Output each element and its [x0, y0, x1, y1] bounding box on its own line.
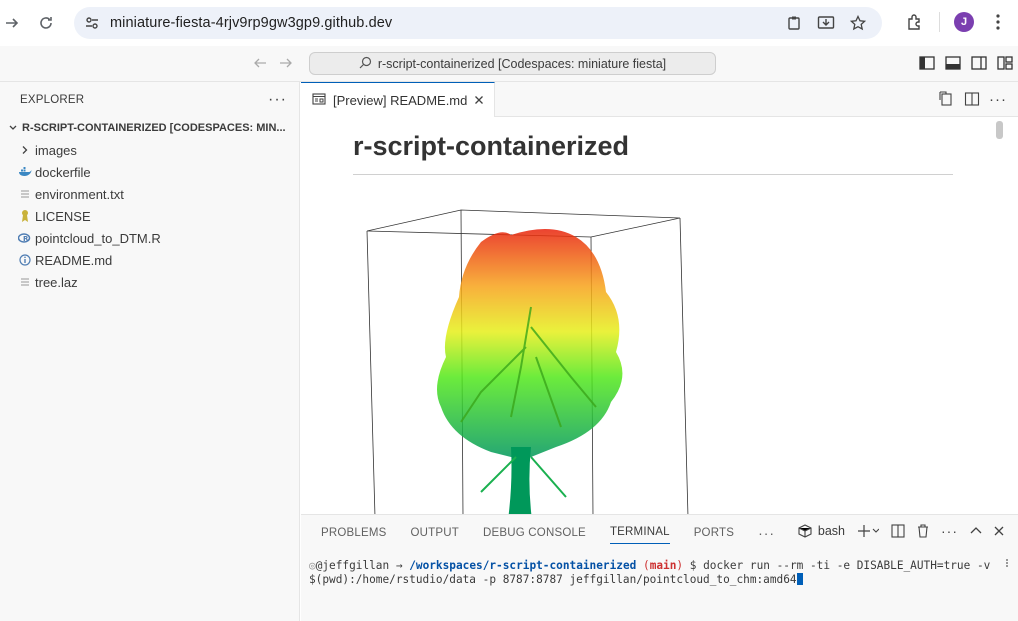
- workspace-folder[interactable]: R-SCRIPT-CONTAINERIZED [CODESPACES: MIN.…: [0, 117, 299, 139]
- command-center-label: r-script-containerized [Codespaces: mini…: [377, 56, 667, 71]
- info-icon: [17, 252, 33, 268]
- new-terminal-icon[interactable]: [857, 524, 879, 538]
- r-file-icon: R: [17, 230, 33, 246]
- trash-icon[interactable]: [917, 524, 929, 538]
- tab-problems[interactable]: PROBLEMS: [321, 515, 387, 550]
- tab-terminal[interactable]: TERMINAL: [609, 522, 670, 544]
- workspace-folder-label: R-SCRIPT-CONTAINERIZED [CODESPACES: MIN.…: [22, 122, 286, 134]
- more-actions-icon[interactable]: ···: [989, 91, 1006, 108]
- panel-tabbar: PROBLEMS OUTPUT DEBUG CONSOLE TERMINAL P…: [301, 515, 1018, 550]
- sidebar-item-environment[interactable]: environment.txt: [0, 183, 299, 205]
- lines-icon: [17, 186, 33, 202]
- terminal-dot-icon: ◎: [309, 559, 316, 572]
- preview-icon: [312, 92, 326, 108]
- address-bar[interactable]: miniature-fiesta-4rjv9rp9gw3gp9.github.d…: [74, 7, 882, 39]
- divider: [353, 174, 953, 175]
- terminal-path: /workspaces/r-script-containerized: [409, 559, 637, 572]
- editor-tabbar: [Preview] README.md ···: [301, 82, 1018, 117]
- terminal-user: @jeffgillan: [315, 559, 390, 572]
- toggle-panel-icon[interactable]: [944, 54, 962, 72]
- tab-label: [Preview] README.md: [333, 92, 468, 108]
- terminal-output[interactable]: ◎@jeffgillan → /workspaces/r-script-cont…: [309, 559, 1004, 587]
- chevron-up-icon[interactable]: [970, 526, 982, 536]
- sidebar-item-images[interactable]: images: [0, 139, 299, 161]
- browser-toolbar: miniature-fiesta-4rjv9rp9gw3gp9.github.d…: [0, 0, 1018, 46]
- tab-debug-console[interactable]: DEBUG CONSOLE: [483, 515, 586, 550]
- sidebar-item-label: pointcloud_to_DTM.R: [35, 230, 161, 246]
- chevron-right-icon: [17, 142, 33, 158]
- terminal-scrollbar[interactable]: [1006, 559, 1010, 567]
- close-icon[interactable]: [994, 526, 1004, 536]
- terminal-branch-open: (: [643, 559, 650, 572]
- divider: [939, 12, 940, 32]
- sidebar-item-license[interactable]: LICENSE: [0, 205, 299, 227]
- license-icon: [17, 208, 33, 224]
- chrome-menu-icon[interactable]: [988, 12, 1008, 32]
- terminal-shell-selector[interactable]: bash: [798, 524, 845, 538]
- sidebar-item-dockerfile[interactable]: dockerfile: [0, 161, 299, 183]
- terminal-arrow: →: [389, 559, 410, 572]
- explorer-title: EXPLORER: [20, 93, 85, 106]
- terminal-icon: [798, 524, 812, 538]
- docker-icon: [17, 164, 33, 180]
- editor-area: [Preview] README.md ··· r-script-contain…: [301, 82, 1018, 514]
- terminal-branch: main: [649, 559, 677, 572]
- terminal-cursor: [796, 573, 803, 585]
- lines-icon: [17, 274, 33, 290]
- bookmark-star-icon[interactable]: [848, 13, 868, 33]
- sidebar-item-pointcloud-r[interactable]: R pointcloud_to_DTM.R: [0, 227, 299, 249]
- preview-scrollbar[interactable]: [996, 121, 1003, 139]
- command-center[interactable]: r-script-containerized [Codespaces: mini…: [309, 52, 716, 75]
- clipboard-icon[interactable]: [784, 13, 804, 33]
- customize-layout-icon[interactable]: [996, 54, 1014, 72]
- toggle-secondary-sidebar-icon[interactable]: [970, 54, 988, 72]
- install-app-icon[interactable]: [816, 13, 836, 33]
- forward-arrow-icon[interactable]: [278, 55, 294, 74]
- close-icon[interactable]: [474, 93, 484, 108]
- sidebar-item-label: environment.txt: [35, 186, 124, 202]
- explorer-sidebar: EXPLORER ··· R-SCRIPT-CONTAINERIZED [COD…: [0, 82, 300, 621]
- sidebar-item-label: README.md: [35, 252, 113, 268]
- explorer-header: EXPLORER ···: [0, 82, 299, 117]
- toggle-primary-sidebar-icon[interactable]: [918, 54, 936, 72]
- sidebar-item-label: LICENSE: [35, 208, 91, 224]
- sidebar-item-tree-laz[interactable]: tree.laz: [0, 271, 299, 293]
- shell-name: bash: [817, 524, 845, 538]
- site-info-icon[interactable]: [84, 15, 100, 34]
- pointcloud-image: [366, 209, 689, 514]
- url-text[interactable]: miniature-fiesta-4rjv9rp9gw3gp9.github.d…: [110, 15, 392, 31]
- sidebar-item-label: images: [35, 142, 77, 158]
- reload-icon[interactable]: [34, 11, 58, 35]
- open-source-icon[interactable]: [938, 91, 954, 107]
- chevron-down-icon: [6, 123, 20, 133]
- more-actions-icon[interactable]: ···: [268, 91, 287, 109]
- split-editor-icon[interactable]: [964, 91, 980, 107]
- sidebar-item-label: dockerfile: [35, 164, 91, 180]
- sidebar-item-readme[interactable]: README.md: [0, 249, 299, 271]
- tab-ports[interactable]: PORTS: [694, 515, 734, 550]
- extensions-puzzle-icon[interactable]: [905, 12, 925, 32]
- split-terminal-icon[interactable]: [891, 524, 905, 538]
- vscode-titlebar: r-script-containerized [Codespaces: mini…: [0, 46, 1018, 82]
- page-title: r-script-containerized: [353, 131, 630, 161]
- svg-text:R: R: [23, 235, 29, 243]
- sidebar-item-label: tree.laz: [35, 274, 78, 290]
- tab-readme-preview[interactable]: [Preview] README.md: [301, 82, 496, 117]
- avatar[interactable]: J: [954, 12, 974, 32]
- forward-arrow-icon[interactable]: [0, 11, 24, 35]
- bottom-panel: PROBLEMS OUTPUT DEBUG CONSOLE TERMINAL P…: [301, 514, 1018, 621]
- search-icon: [359, 56, 372, 72]
- tab-output[interactable]: OUTPUT: [411, 515, 459, 550]
- markdown-preview: r-script-containerized: [301, 117, 1006, 514]
- more-tabs-icon[interactable]: ···: [758, 515, 775, 550]
- more-actions-icon[interactable]: ···: [941, 523, 958, 539]
- back-arrow-icon[interactable]: [252, 55, 268, 74]
